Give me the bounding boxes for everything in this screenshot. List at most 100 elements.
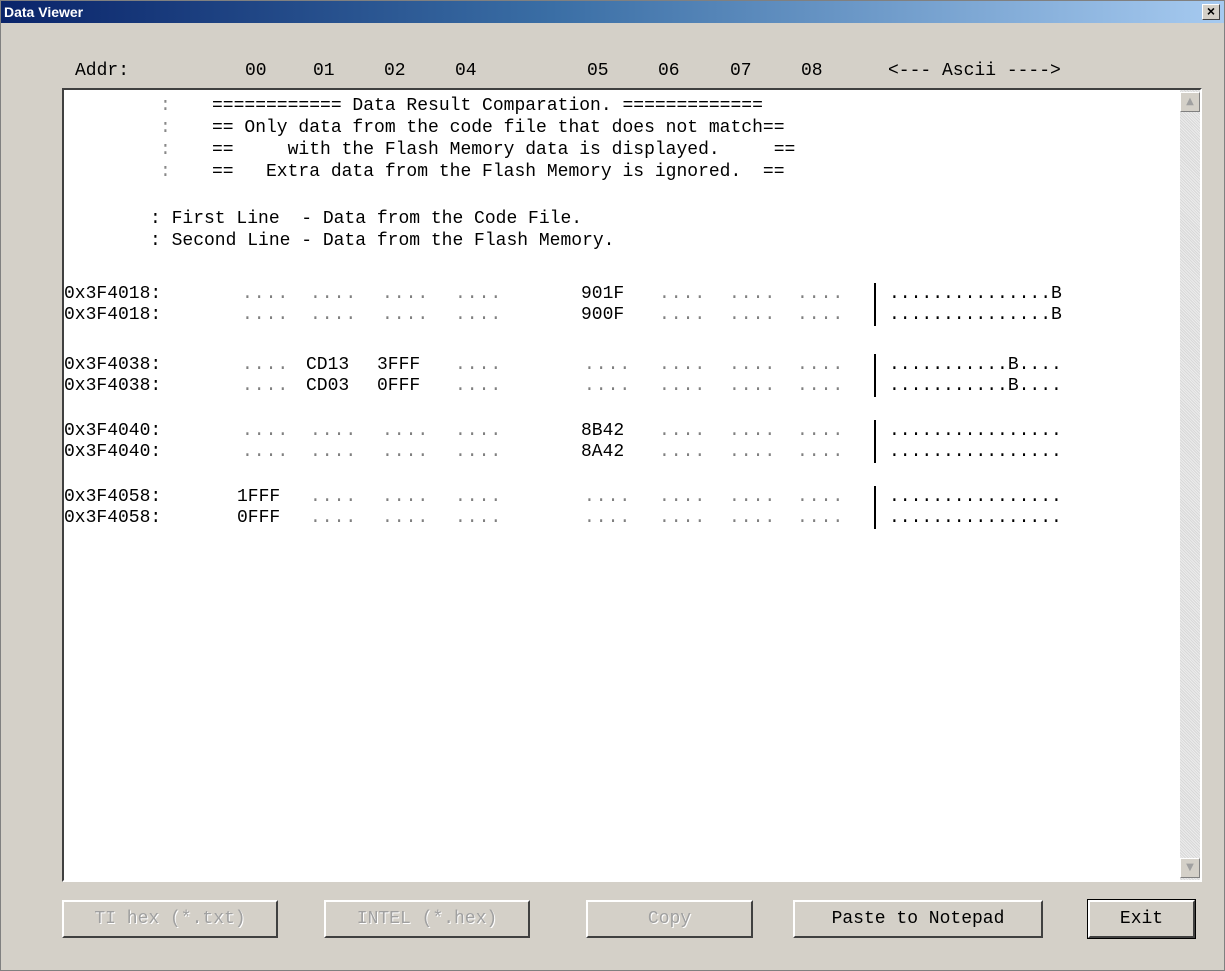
data-cell: ....: [659, 376, 707, 396]
data-cell: ....: [729, 284, 777, 304]
data-viewer-window: Data Viewer × Addr: 00 01 02 04 05 06 07…: [0, 0, 1225, 971]
data-cell: ....: [242, 376, 290, 396]
data-cell: ....: [242, 421, 290, 441]
banner-colon: :: [160, 140, 171, 160]
scroll-up-button[interactable]: ▲: [1180, 92, 1200, 112]
data-cell: 8A42: [581, 442, 625, 462]
data-cell: ....: [382, 305, 430, 325]
data-cell: ....: [659, 421, 707, 441]
col-header-06: 06: [658, 61, 680, 81]
data-cell: ....: [797, 442, 845, 462]
data-cell: ....: [382, 442, 430, 462]
data-cell: ....: [659, 508, 707, 528]
exit-button[interactable]: Exit: [1087, 899, 1196, 939]
data-cell: ....: [797, 305, 845, 325]
data-cell: ....: [455, 487, 503, 507]
banner-colon: :: [160, 162, 171, 182]
data-cell: ....: [729, 421, 777, 441]
data-cell: 0FFF: [237, 508, 281, 528]
data-cell: CD13: [306, 355, 350, 375]
data-cell: ....: [455, 355, 503, 375]
paste-to-notepad-button[interactable]: Paste to Notepad: [793, 900, 1043, 938]
data-cell: ....: [310, 508, 358, 528]
data-cell: ....: [584, 355, 632, 375]
data-text-area[interactable]: : : : : ============ Data Result Compara…: [62, 88, 1202, 882]
data-cell: ....: [729, 442, 777, 462]
ascii-separator: [874, 304, 876, 326]
data-cell: 900F: [581, 305, 625, 325]
row-address: 0x3F4040:: [64, 442, 162, 462]
data-cell: ....: [242, 284, 290, 304]
ascii-separator: [874, 486, 876, 508]
banner-line: == with the Flash Memory data is display…: [212, 140, 796, 160]
row-address: 0x3F4038:: [64, 376, 162, 396]
ti-hex-button[interactable]: TI hex (*.txt): [62, 900, 278, 938]
data-cell: ....: [659, 442, 707, 462]
data-cell: ....: [584, 487, 632, 507]
data-cell: ....: [659, 284, 707, 304]
data-cell: ....: [310, 487, 358, 507]
col-header-02: 02: [384, 61, 406, 81]
window-title: Data Viewer: [4, 4, 84, 20]
ascii-separator: [874, 354, 876, 376]
legend-line: : Second Line - Data from the Flash Memo…: [150, 231, 615, 251]
data-cell: ....: [242, 442, 290, 462]
ascii-value: ...............B: [889, 284, 1062, 304]
ascii-value: ................: [889, 508, 1062, 528]
ascii-value: ...........B....: [889, 355, 1062, 375]
row-address: 0x3F4058:: [64, 487, 162, 507]
data-cell: ....: [729, 508, 777, 528]
banner-colon: :: [160, 118, 171, 138]
data-cell: ....: [242, 355, 290, 375]
data-cell: ....: [455, 442, 503, 462]
up-arrow-icon: ▲: [1186, 96, 1194, 107]
col-header-01: 01: [313, 61, 335, 81]
data-cell: ....: [382, 284, 430, 304]
data-cell: 0FFF: [377, 376, 421, 396]
data-cell: ....: [310, 284, 358, 304]
data-cell: ....: [797, 508, 845, 528]
data-cell: ....: [584, 508, 632, 528]
data-cell: 1FFF: [237, 487, 281, 507]
col-header-08: 08: [801, 61, 823, 81]
data-cell: CD03: [306, 376, 350, 396]
data-cell: ....: [797, 284, 845, 304]
data-cell: ....: [382, 487, 430, 507]
title-bar[interactable]: Data Viewer ×: [1, 1, 1224, 23]
data-cell: ....: [797, 355, 845, 375]
copy-button[interactable]: Copy: [586, 900, 753, 938]
down-arrow-icon: ▼: [1186, 862, 1194, 873]
data-cell: ....: [455, 508, 503, 528]
banner-colon: :: [160, 96, 171, 116]
vertical-scrollbar[interactable]: ▲ ▼: [1180, 90, 1200, 880]
ascii-value: ................: [889, 487, 1062, 507]
data-cell: ....: [797, 421, 845, 441]
row-address: 0x3F4038:: [64, 355, 162, 375]
data-cell: ....: [382, 508, 430, 528]
data-cell: 8B42: [581, 421, 625, 441]
data-cell: ....: [310, 442, 358, 462]
data-cell: ....: [310, 421, 358, 441]
data-cell: ....: [659, 305, 707, 325]
scroll-down-button[interactable]: ▼: [1180, 858, 1200, 878]
data-cell: ....: [729, 305, 777, 325]
data-cell: ....: [455, 305, 503, 325]
ascii-value: ...............B: [889, 305, 1062, 325]
row-address: 0x3F4018:: [64, 284, 162, 304]
addr-header: Addr:: [75, 61, 130, 81]
ascii-separator: [874, 507, 876, 529]
col-header-00: 00: [245, 61, 267, 81]
ascii-value: ................: [889, 442, 1062, 462]
banner-line: == Only data from the code file that doe…: [212, 118, 785, 138]
data-cell: ....: [310, 305, 358, 325]
data-cell: ....: [455, 421, 503, 441]
row-address: 0x3F4040:: [64, 421, 162, 441]
data-cell: ....: [797, 376, 845, 396]
close-button[interactable]: ×: [1202, 4, 1220, 20]
data-cell: ....: [659, 487, 707, 507]
col-header-07: 07: [730, 61, 752, 81]
intel-hex-button[interactable]: INTEL (*.hex): [324, 900, 530, 938]
data-cell: ....: [729, 487, 777, 507]
banner-line: == Extra data from the Flash Memory is i…: [212, 162, 785, 182]
ascii-separator: [874, 441, 876, 463]
